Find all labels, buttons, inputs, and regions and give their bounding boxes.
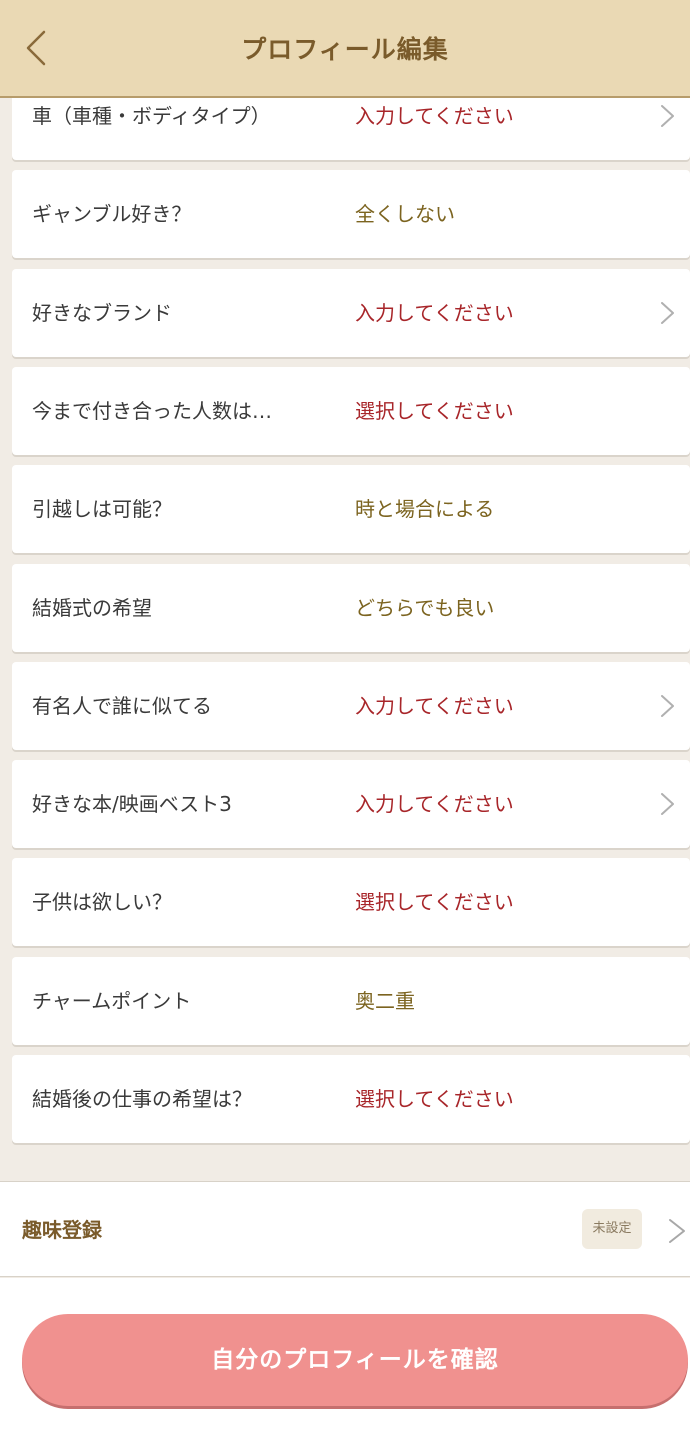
profile-field-row[interactable]: 好きな本/映画ベスト3 入力してください <box>12 760 690 848</box>
profile-field-row[interactable]: 子供は欲しい？ 選択してください <box>12 858 690 946</box>
field-value: 入力してください <box>355 301 514 325</box>
chevron-right-icon <box>661 302 674 324</box>
field-value: 入力してください <box>355 694 514 718</box>
profile-field-row[interactable]: 今まで付き合った人数は… 選択してください <box>12 367 690 455</box>
field-label: 好きな本/映画ベスト3 <box>32 792 232 816</box>
field-label: 好きなブランド <box>32 301 172 325</box>
field-value: 選択してください <box>355 890 514 914</box>
confirm-profile-button[interactable]: 自分のプロフィールを確認 <box>22 1314 688 1406</box>
field-value: 奥二重 <box>355 989 415 1013</box>
field-value: 入力してください <box>355 792 514 816</box>
field-label: 結婚式の希望 <box>32 596 152 620</box>
field-label: 子供は欲しい？ <box>32 890 172 914</box>
hobby-label: 趣味登録 <box>22 1218 102 1242</box>
profile-field-row[interactable]: 好きなブランド 入力してください <box>12 269 690 357</box>
profile-field-row[interactable]: 引越しは可能？ 時と場合による <box>12 465 690 553</box>
field-value: 選択してください <box>355 399 514 423</box>
chevron-right-icon <box>661 695 674 717</box>
field-value: 時と場合による <box>355 497 495 521</box>
status-badge: 未設定 <box>582 1209 642 1249</box>
bottom-action-area: 自分のプロフィールを確認 <box>0 1278 690 1444</box>
chevron-right-icon <box>661 793 674 815</box>
page-title: プロフィール編集 <box>241 35 449 64</box>
profile-field-row[interactable]: 有名人で誰に似てる 入力してください <box>12 662 690 750</box>
chevron-right-icon <box>669 1219 685 1243</box>
field-label: チャームポイント <box>32 989 192 1013</box>
app-header: プロフィール編集 <box>0 0 690 98</box>
field-label: ギャンブル好き？ <box>32 202 192 226</box>
field-label: 有名人で誰に似てる <box>32 694 212 718</box>
field-value: どちらでも良い <box>355 596 495 620</box>
profile-field-row[interactable]: 結婚後の仕事の希望は？ 選択してください <box>12 1055 690 1143</box>
field-label: 引越しは可能？ <box>32 497 172 521</box>
profile-field-row[interactable]: ギャンブル好き？ 全くしない <box>12 170 690 258</box>
field-label: 結婚後の仕事の希望は？ <box>32 1087 252 1111</box>
chevron-right-icon <box>661 105 674 127</box>
profile-field-row[interactable]: チャームポイント 奥二重 <box>12 957 690 1045</box>
hobby-registration-row[interactable]: 趣味登録 未設定 <box>0 1181 690 1277</box>
field-value: 選択してください <box>355 1087 514 1111</box>
field-label: 今まで付き合った人数は… <box>32 399 272 423</box>
profile-field-row[interactable]: 結婚式の希望 どちらでも良い <box>12 564 690 652</box>
field-value: 全くしない <box>355 202 455 226</box>
